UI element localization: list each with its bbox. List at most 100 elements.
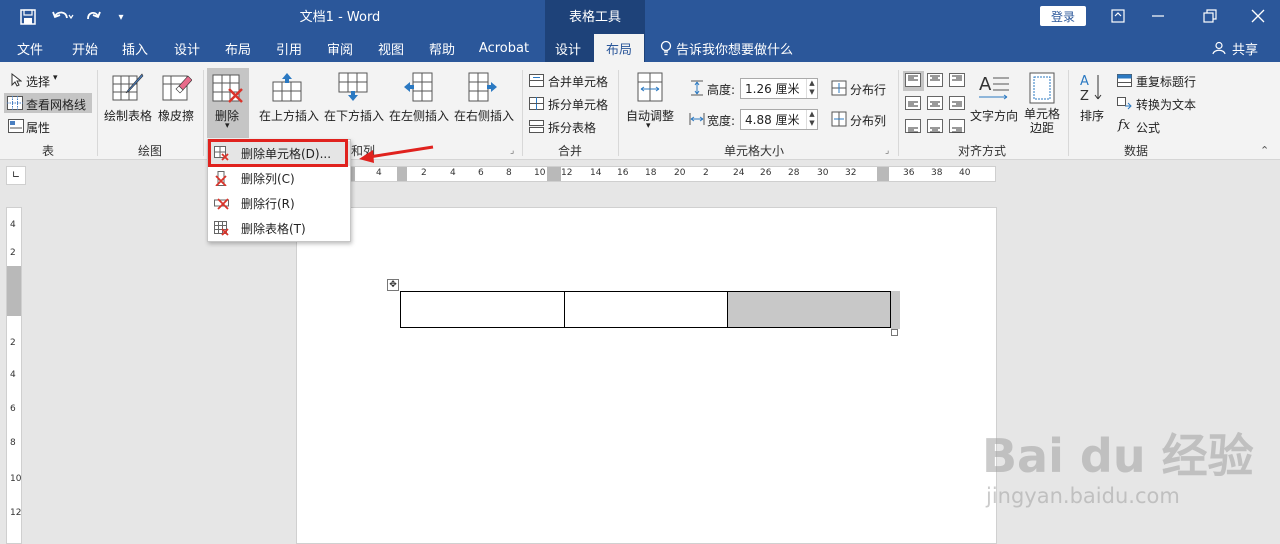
tab-review[interactable]: 审阅 bbox=[317, 34, 363, 62]
close-icon[interactable] bbox=[1248, 7, 1268, 25]
table-cell[interactable] bbox=[564, 291, 728, 328]
align-middle-left-icon[interactable] bbox=[905, 96, 921, 113]
select-button[interactable]: 选择 bbox=[26, 73, 50, 90]
eraser-button[interactable]: 橡皮擦 bbox=[158, 107, 194, 124]
svg-text:Z: Z bbox=[1080, 89, 1089, 104]
insert-above-icon[interactable] bbox=[272, 72, 302, 105]
minimize-icon[interactable] bbox=[1148, 7, 1168, 25]
tab-file[interactable]: 文件 bbox=[8, 34, 52, 62]
tab-references[interactable]: 引用 bbox=[266, 34, 312, 62]
align-top-center-icon[interactable] bbox=[927, 73, 943, 90]
draw-table-button[interactable]: 绘制表格 bbox=[104, 107, 152, 124]
text-direction-icon[interactable]: A bbox=[977, 72, 1011, 107]
split-cells-icon bbox=[529, 97, 544, 113]
merge-cells-button[interactable]: 合并单元格 bbox=[548, 73, 608, 90]
align-top-left-icon[interactable] bbox=[905, 73, 921, 90]
insert-left-button[interactable]: 在左侧插入 bbox=[389, 107, 449, 124]
text-direction-button[interactable]: 文字方向 bbox=[970, 107, 1018, 124]
document-page[interactable] bbox=[296, 207, 997, 544]
properties-button[interactable]: 属性 bbox=[26, 119, 50, 136]
draw-table-icon[interactable] bbox=[112, 72, 144, 105]
tab-design[interactable]: 设计 bbox=[164, 34, 210, 62]
tab-insert[interactable]: 插入 bbox=[112, 34, 158, 62]
insert-below-icon[interactable] bbox=[338, 72, 368, 105]
insert-left-icon[interactable] bbox=[403, 72, 433, 105]
cell-size-launcher-icon[interactable]: ⌟ bbox=[885, 146, 889, 156]
group-separator bbox=[618, 70, 619, 156]
ribbon-display-icon[interactable] bbox=[1108, 7, 1128, 25]
ruler-margin-marker[interactable] bbox=[877, 167, 889, 181]
align-top-right-icon[interactable] bbox=[949, 73, 965, 90]
table-move-handle-icon[interactable]: ✥ bbox=[387, 279, 399, 291]
login-button[interactable]: 登录 bbox=[1040, 6, 1086, 26]
autofit-icon[interactable] bbox=[637, 72, 663, 105]
distribute-rows-button[interactable]: 分布行 bbox=[850, 81, 886, 98]
align-bottom-center-icon[interactable] bbox=[927, 119, 943, 136]
end-of-row-marker bbox=[891, 291, 900, 329]
ruler-margin-marker[interactable] bbox=[7, 266, 21, 316]
tab-acrobat[interactable]: Acrobat bbox=[474, 34, 534, 62]
group-separator bbox=[97, 70, 98, 156]
group-separator bbox=[898, 70, 899, 156]
height-input[interactable]: 1.26 厘米 ▲ ▼ bbox=[740, 78, 818, 99]
delete-table-icon[interactable] bbox=[212, 74, 244, 107]
tab-layout[interactable]: 布局 bbox=[215, 34, 261, 62]
align-bottom-right-icon[interactable] bbox=[949, 119, 965, 136]
share-button[interactable]: 共享 bbox=[1228, 34, 1262, 62]
align-middle-right-icon[interactable] bbox=[949, 96, 965, 113]
ruler-margin-marker[interactable] bbox=[547, 167, 561, 181]
tab-stop-selector[interactable]: ∟ bbox=[6, 166, 26, 185]
eraser-icon[interactable] bbox=[162, 72, 193, 105]
table-cell[interactable] bbox=[400, 291, 565, 328]
ruler-tick: 24 bbox=[733, 168, 745, 178]
rows-cols-launcher-icon[interactable]: ⌟ bbox=[510, 146, 514, 156]
table-resize-handle[interactable] bbox=[891, 329, 898, 336]
vertical-ruler[interactable]: 4 2 2 4 6 8 10 12 bbox=[6, 207, 22, 544]
align-bottom-left-icon[interactable] bbox=[905, 119, 921, 136]
tab-table-layout[interactable]: 布局 bbox=[594, 34, 644, 62]
insert-right-button[interactable]: 在右侧插入 bbox=[454, 107, 514, 124]
insert-right-icon[interactable] bbox=[468, 72, 498, 105]
restore-icon[interactable] bbox=[1200, 7, 1220, 25]
merge-group-label: 合并 bbox=[557, 144, 582, 158]
height-spinner[interactable]: ▲ ▼ bbox=[806, 79, 817, 98]
ruler-tick: 28 bbox=[788, 168, 800, 178]
cell-margins-icon[interactable] bbox=[1029, 72, 1055, 107]
delete-dropdown-icon[interactable]: ▾ bbox=[225, 121, 230, 131]
alignment-group-label: 对齐方式 bbox=[957, 144, 1006, 158]
split-cells-button[interactable]: 拆分单元格 bbox=[548, 96, 608, 113]
tell-me-search[interactable]: 告诉我你想要做什么 bbox=[676, 34, 796, 62]
customize-quick-access-icon[interactable]: ▾ bbox=[114, 8, 128, 26]
tab-table-design[interactable]: 设计 bbox=[545, 34, 591, 62]
width-input[interactable]: 4.88 厘米 ▲ ▼ bbox=[740, 109, 818, 130]
menu-item-delete-rows[interactable]: 删除行(R) bbox=[208, 191, 350, 216]
select-dropdown-icon[interactable]: ▾ bbox=[53, 73, 58, 83]
repeat-header-button[interactable]: 重复标题行 bbox=[1136, 73, 1196, 90]
autofit-dropdown-icon[interactable]: ▾ bbox=[646, 121, 651, 131]
menu-item-delete-table[interactable]: 删除表格(T) bbox=[208, 216, 350, 241]
view-gridlines-button[interactable]: 查看网格线 bbox=[26, 96, 86, 113]
red-arrow-annotation bbox=[359, 145, 434, 163]
cell-margins-button[interactable]: 单元格 边距 bbox=[1024, 107, 1060, 135]
gridlines-icon bbox=[7, 96, 23, 113]
align-middle-center-icon[interactable] bbox=[927, 96, 943, 113]
redo-icon[interactable] bbox=[84, 8, 102, 26]
formula-button[interactable]: 公式 bbox=[1136, 119, 1160, 136]
insert-above-button[interactable]: 在上方插入 bbox=[259, 107, 319, 124]
tab-view[interactable]: 视图 bbox=[368, 34, 414, 62]
sort-button[interactable]: 排序 bbox=[1080, 107, 1104, 124]
group-separator bbox=[522, 70, 523, 156]
menu-item-delete-columns[interactable]: 删除列(C) bbox=[208, 166, 350, 191]
distribute-columns-button[interactable]: 分布列 bbox=[850, 112, 886, 129]
sort-icon[interactable]: AZ bbox=[1080, 72, 1104, 107]
collapse-ribbon-icon[interactable]: ⌃ bbox=[1260, 144, 1269, 157]
tab-help[interactable]: 帮助 bbox=[419, 34, 465, 62]
convert-to-text-button[interactable]: 转换为文本 bbox=[1136, 96, 1196, 113]
table-cell-selected[interactable] bbox=[727, 291, 891, 328]
undo-icon[interactable] bbox=[50, 8, 76, 26]
width-spinner[interactable]: ▲ ▼ bbox=[806, 110, 817, 129]
tab-home[interactable]: 开始 bbox=[62, 34, 108, 62]
split-table-button[interactable]: 拆分表格 bbox=[548, 119, 596, 136]
save-icon[interactable] bbox=[18, 8, 38, 26]
insert-below-button[interactable]: 在下方插入 bbox=[324, 107, 384, 124]
